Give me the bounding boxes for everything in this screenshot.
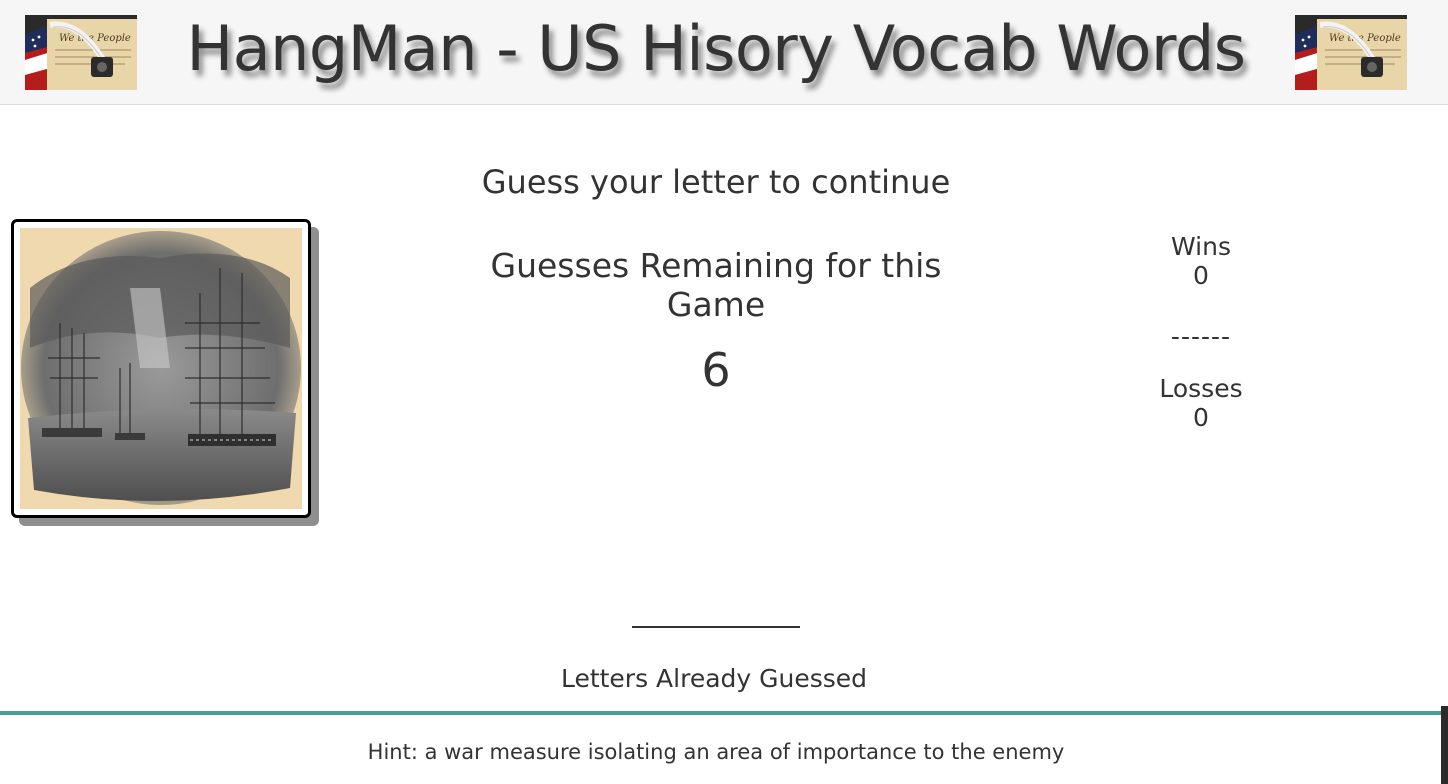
score-separator: ------ — [1170, 322, 1232, 351]
constitution-quill-image-left: We the People — [25, 15, 137, 90]
scrollbar[interactable] — [1441, 706, 1448, 784]
losses-label: Losses — [1159, 374, 1243, 403]
game-prompt: Guess your letter to continue — [481, 163, 951, 201]
svg-text:We the People: We the People — [1329, 33, 1401, 44]
guesses-remaining-count: 6 — [701, 343, 731, 397]
constitution-quill-image-right: We the People — [1295, 15, 1407, 90]
letters-guessed-label: Letters Already Guessed — [560, 664, 868, 693]
losses-count: 0 — [1193, 403, 1209, 432]
page-header: We the People HangMan - US Hisory Vocab … — [0, 0, 1448, 105]
wins-count: 0 — [1193, 261, 1209, 290]
hint-footer: Hint: a war measure isolating an area of… — [0, 711, 1448, 784]
page-title: HangMan - US Hisory Vocab Words — [186, 12, 1246, 85]
hint-text: Hint: a war measure isolating an area of… — [367, 740, 1065, 764]
svg-text:We the People: We the People — [59, 33, 131, 44]
word-underline — [632, 626, 800, 628]
guesses-remaining-label: Guesses Remaining for this Game — [490, 246, 942, 324]
hint-image-card — [11, 219, 311, 518]
wins-label: Wins — [1171, 232, 1231, 261]
ships-engraving-image — [20, 228, 302, 509]
